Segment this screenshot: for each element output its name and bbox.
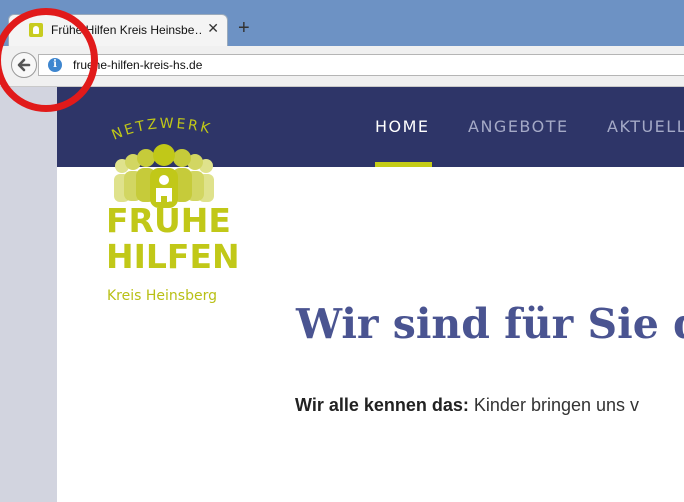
close-icon[interactable]: ✕ xyxy=(207,20,219,37)
logo-arc-text: NETZWERK xyxy=(109,116,213,144)
logo-graphic: NETZWERK xyxy=(109,116,214,208)
logo-brand-line1: FRÜHE xyxy=(106,201,231,240)
site-logo[interactable]: NETZWERK FRÜHE HILFEN Kreis Heinsberg xyxy=(100,112,240,312)
back-button[interactable] xyxy=(11,52,37,78)
logo-subtitle: Kreis Heinsberg xyxy=(107,288,217,304)
page-headline: Wir sind für Sie d xyxy=(296,300,684,348)
browser-titlebar: Frühe Hilfen Kreis Heinsbe… ✕ + xyxy=(0,0,684,46)
nav-aktuell[interactable]: AKTUELL xyxy=(607,117,684,136)
info-icon[interactable]: i xyxy=(48,58,62,72)
address-bar[interactable]: i fruehe-hilfen-kreis-hs.de xyxy=(38,54,684,76)
intro-text: Kinder bringen uns v xyxy=(468,395,640,415)
nav-angebote[interactable]: ANGEBOTE xyxy=(468,117,569,136)
site-favicon-icon xyxy=(29,23,43,37)
tab-title: Frühe Hilfen Kreis Heinsbe… xyxy=(51,23,201,37)
url-text[interactable]: fruehe-hilfen-kreis-hs.de xyxy=(73,58,202,72)
intro-paragraph: Wir alle kennen das: Kinder bringen uns … xyxy=(295,395,639,416)
browser-navbar: i fruehe-hilfen-kreis-hs.de xyxy=(0,46,684,87)
browser-tab[interactable]: Frühe Hilfen Kreis Heinsbe… ✕ xyxy=(8,14,228,46)
logo-brand-line2: HILFEN xyxy=(106,237,240,276)
intro-bold: Wir alle kennen das: xyxy=(295,395,469,415)
nav-home[interactable]: HOME xyxy=(375,117,430,136)
back-arrow-icon xyxy=(17,58,31,72)
plus-icon[interactable]: + xyxy=(238,17,250,40)
